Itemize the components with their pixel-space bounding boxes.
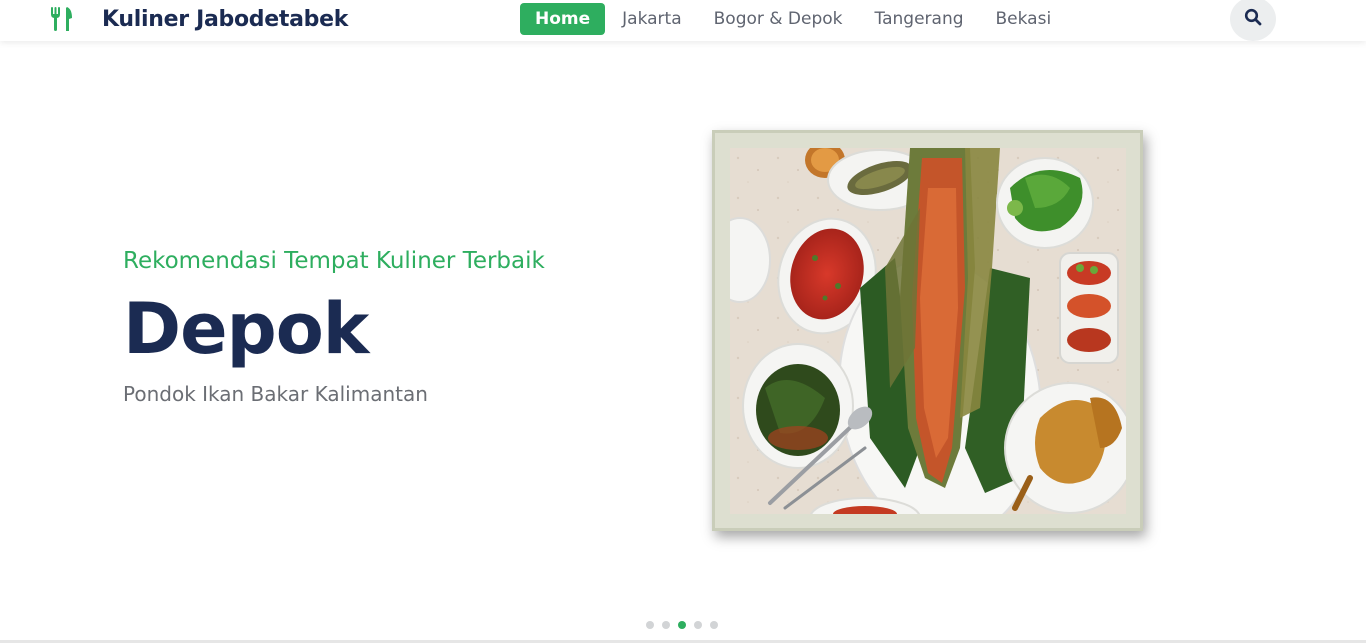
fork-knife-icon [48, 6, 74, 32]
search-icon [1244, 8, 1262, 30]
hero-title: Depok [123, 288, 369, 370]
carousel-dot-5[interactable] [710, 621, 718, 629]
search-button[interactable] [1230, 0, 1276, 41]
hero-description: Pondok Ikan Bakar Kalimantan [123, 382, 428, 406]
carousel-dot-3[interactable] [678, 621, 686, 629]
nav-home[interactable]: Home [520, 3, 606, 35]
nav-bekasi[interactable]: Bekasi [981, 3, 1067, 35]
carousel-indicators [646, 621, 726, 629]
carousel-dot-2[interactable] [662, 621, 670, 629]
carousel-dot-4[interactable] [694, 621, 702, 629]
food-photo [730, 148, 1126, 514]
brand-link[interactable]: Kuliner Jabodetabek [48, 4, 348, 34]
brand-name: Kuliner Jabodetabek [102, 6, 349, 32]
hero-text: Rekomendasi Tempat Kuliner Terbaik Depok… [123, 248, 643, 406]
photo-frame [712, 130, 1143, 531]
navbar: Kuliner Jabodetabek Home Jakarta Bogor &… [0, 0, 1366, 41]
hero-subtitle: Rekomendasi Tempat Kuliner Terbaik [123, 248, 545, 274]
nav-tangerang[interactable]: Tangerang [860, 3, 979, 35]
nav-jakarta[interactable]: Jakarta [607, 3, 696, 35]
main-nav: Home Jakarta Bogor & Depok Tangerang Bek… [520, 2, 1068, 36]
nav-bogor-depok[interactable]: Bogor & Depok [699, 3, 858, 35]
carousel-dot-1[interactable] [646, 621, 654, 629]
